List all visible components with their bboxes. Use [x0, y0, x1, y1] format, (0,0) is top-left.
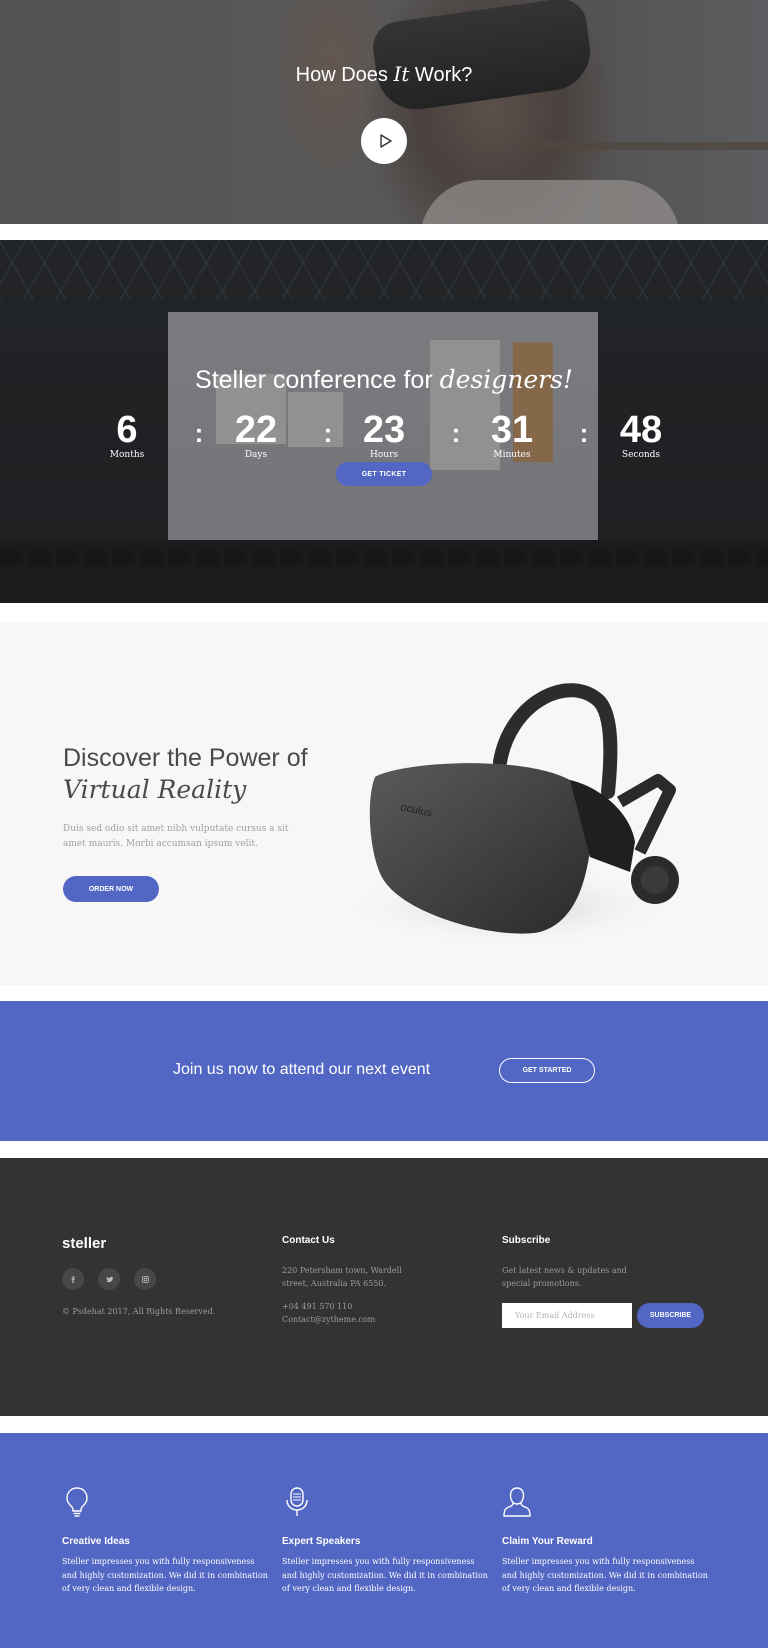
conference-title: Steller conference for designers! — [0, 365, 768, 395]
title-text-emphasis: It — [393, 62, 410, 86]
title-text-end: Work? — [409, 64, 473, 86]
address-line2: street, Australia PA 6550. — [282, 1279, 387, 1288]
conference-title-text: Steller conference for — [195, 366, 440, 394]
instagram-link[interactable] — [134, 1268, 156, 1290]
countdown-separator: : — [323, 418, 333, 448]
play-video-button[interactable] — [361, 118, 407, 164]
discover-vr-section: Discover the Power of Virtual Reality Du… — [0, 622, 768, 985]
subscribe-heading: Subscribe — [502, 1235, 551, 1246]
join-event-banner: Join us now to attend our next event GET… — [0, 1001, 768, 1141]
countdown-separator: : — [194, 418, 204, 448]
countdown-hours: 23 Hours — [339, 410, 429, 461]
countdown-value: 31 — [490, 409, 534, 451]
play-icon — [379, 134, 392, 148]
countdown-label: Months — [109, 450, 145, 460]
countdown-value: 22 — [234, 409, 278, 451]
contact-email[interactable]: Contact@zytheme.com — [282, 1313, 375, 1326]
feature-text: Steller impresses you with fully respons… — [282, 1557, 488, 1593]
countdown-separator: : — [579, 418, 589, 448]
countdown-value: 23 — [362, 409, 406, 451]
countdown-months: 6 Months — [82, 410, 172, 461]
conference-countdown-section: Steller conference for designers! 6 Mont… — [0, 240, 768, 603]
title-text-start: How Does — [295, 64, 394, 86]
subscribe-text-line1: Get latest news & updates and — [502, 1266, 627, 1275]
discover-description: Duis sed odio sit amet nibh vulputate cu… — [63, 824, 289, 849]
how-it-works-title: How Does It Work? — [0, 62, 768, 87]
subscribe-description: Get latest news & updates and special pr… — [502, 1264, 627, 1290]
countdown-separator: : — [451, 418, 461, 448]
how-it-works-section: How Does It Work? — [0, 0, 768, 224]
landing-page: How Does It Work? Steller conference for… — [0, 0, 768, 1648]
dark-overlay — [0, 0, 768, 224]
facebook-icon — [71, 1275, 75, 1283]
countdown-label: Hours — [370, 450, 398, 460]
site-footer: steller © Psdehat 2017, All Rights Reser… — [0, 1158, 768, 1416]
countdown-seconds: 48 Seconds — [596, 410, 686, 461]
facebook-link[interactable] — [62, 1268, 84, 1290]
feature-text: Steller impresses you with fully respons… — [502, 1557, 708, 1593]
contact-address: 220 Petersham town, Wardell street, Aust… — [282, 1264, 402, 1290]
microphone-icon — [286, 1487, 308, 1516]
countdown-label: Days — [244, 450, 268, 460]
vr-headset-image: oculus — [340, 683, 680, 947]
countdown-value: 6 — [116, 409, 138, 451]
order-now-button[interactable]: ORDER NOW — [63, 876, 159, 902]
features-section: Creative Ideas Steller impresses you wit… — [0, 1433, 768, 1648]
subscribe-button[interactable]: SUBSCRIBE — [637, 1303, 704, 1328]
countdown-label: Minutes — [493, 450, 531, 460]
feature-title: Creative Ideas — [62, 1536, 130, 1547]
feature-title: Claim Your Reward — [502, 1536, 593, 1547]
copyright-text: © Psdehat 2017, All Rights Reserved. — [62, 1307, 216, 1316]
email-input[interactable] — [502, 1303, 632, 1328]
twitter-icon — [105, 1276, 113, 1282]
contact-details: +04 491 570 110 Contact@zytheme.com — [282, 1300, 375, 1326]
footer-logo[interactable]: steller — [62, 1235, 106, 1252]
feature-text: Steller impresses you with fully respons… — [62, 1557, 268, 1593]
countdown-label: Seconds — [621, 450, 661, 460]
get-started-button[interactable]: GET STARTED — [499, 1058, 595, 1083]
countdown-days: 22 Days — [211, 410, 301, 461]
lightbulb-icon — [66, 1487, 88, 1517]
contact-phone[interactable]: +04 491 570 110 — [282, 1300, 375, 1313]
conference-title-emphasis: designers! — [439, 365, 573, 394]
get-ticket-button[interactable]: GET TICKET — [336, 462, 432, 486]
user-icon — [503, 1487, 531, 1517]
address-line1: 220 Petersham town, Wardell — [282, 1266, 402, 1275]
discover-title-line2: Virtual Reality — [63, 775, 247, 804]
instagram-icon — [141, 1275, 149, 1283]
join-event-text: Join us now to attend our next event — [173, 1061, 431, 1078]
feature-title: Expert Speakers — [282, 1536, 361, 1547]
discover-title-line1: Discover the Power of — [63, 744, 308, 772]
countdown-minutes: 31 Minutes — [467, 410, 557, 461]
discover-title: Discover the Power of Virtual Reality — [63, 742, 363, 806]
subscribe-text-line2: special promotions. — [502, 1279, 582, 1288]
countdown-value: 48 — [619, 409, 663, 451]
contact-us-heading: Contact Us — [282, 1235, 335, 1246]
twitter-link[interactable] — [98, 1268, 120, 1290]
